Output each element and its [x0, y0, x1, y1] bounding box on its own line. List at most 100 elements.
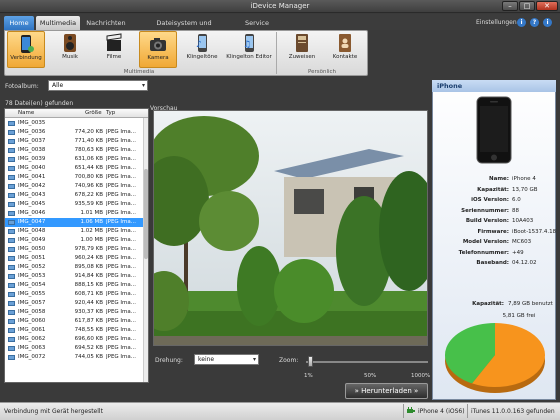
- table-row[interactable]: IMG_0063 694,52 KB JPEG Ima...: [5, 344, 143, 353]
- file-size: 895,08 KB: [74, 264, 103, 270]
- zoom-slider-thumb[interactable]: [308, 356, 314, 367]
- ringtone-icon: ♪: [196, 34, 207, 52]
- table-row[interactable]: IMG_0049 1.00 MB JPEG Ima...: [5, 236, 143, 245]
- file-name: IMG_0042: [18, 183, 46, 189]
- table-row[interactable]: IMG_0062 696,60 KB JPEG Ima...: [5, 335, 143, 344]
- ribbon-button-musik[interactable]: Musik: [51, 31, 89, 68]
- ribbon-button-filme[interactable]: Filme: [95, 31, 133, 68]
- device-panel-title: iPhone: [432, 80, 556, 92]
- table-row[interactable]: IMG_0051 960,24 KB JPEG Ima...: [5, 254, 143, 263]
- ribbon-group-label-persoenlich: Persönlich: [307, 69, 337, 75]
- file-name: IMG_0035: [18, 120, 46, 126]
- tab-home[interactable]: Home: [4, 16, 34, 30]
- help-icon[interactable]: ?: [530, 18, 539, 27]
- ribbon-button-verbindung[interactable]: Verbindung: [7, 31, 45, 68]
- image-file-icon: [8, 175, 15, 180]
- table-row[interactable]: IMG_0050 978,79 KB JPEG Ima...: [5, 245, 143, 254]
- ribbon-button-kontakte[interactable]: Kontakte: [326, 31, 364, 68]
- file-name: IMG_0072: [18, 354, 46, 360]
- file-name: IMG_0039: [18, 156, 46, 162]
- table-row[interactable]: IMG_0072 744,05 KB JPEG Ima...: [5, 353, 143, 362]
- table-row[interactable]: IMG_0037 771,40 KB JPEG Ima...: [5, 137, 143, 146]
- image-file-icon: [8, 184, 15, 189]
- ribbon-button-klingeltoene[interactable]: ♪ Klingeltöne: [183, 31, 221, 68]
- file-name: IMG_0058: [18, 309, 46, 315]
- file-list[interactable]: Name Größe Typ IMG_0035 IMG_0036 774,20 KB…: [4, 108, 149, 383]
- device-field-label: Firmware:: [477, 228, 509, 235]
- maximize-button[interactable]: □: [519, 1, 535, 11]
- capacity-pie-chart: [445, 323, 545, 393]
- file-name: IMG_0055: [18, 291, 46, 297]
- info-icon[interactable]: i: [517, 18, 526, 27]
- about-icon[interactable]: i: [543, 18, 552, 27]
- ribbon-button-zuweisen[interactable]: Zuweisen: [283, 31, 321, 68]
- rotation-dropdown[interactable]: keine ▾: [194, 354, 259, 365]
- table-row[interactable]: IMG_0060 617,87 KB JPEG Ima...: [5, 317, 143, 326]
- tab-nachrichten[interactable]: Nachrichten: [82, 16, 130, 30]
- file-size: 935,59 KB: [74, 201, 103, 207]
- table-row[interactable]: IMG_0041 700,80 KB JPEG Ima...: [5, 173, 143, 182]
- device-field-label: iOS Version:: [471, 197, 509, 203]
- table-row[interactable]: IMG_0035: [5, 119, 143, 128]
- tab-multimedia[interactable]: Multimedia: [36, 16, 80, 30]
- device-field-value: 13,70 GB: [512, 186, 538, 193]
- file-list-scroll-thumb[interactable]: [144, 169, 148, 259]
- table-row[interactable]: IMG_0043 678,22 KB JPEG Ima...: [5, 191, 143, 200]
- ribbon-button-kamera[interactable]: Kamera: [139, 31, 177, 68]
- phone-connect-icon: [21, 35, 34, 53]
- table-row[interactable]: IMG_0053 914,84 KB JPEG Ima...: [5, 272, 143, 281]
- file-name: IMG_0040: [18, 165, 46, 171]
- album-dropdown-value: Alle: [52, 82, 64, 89]
- ribbon-button-klingelton-editor[interactable]: ♫ Klingelton Editor: [224, 31, 274, 68]
- tab-dateisystem[interactable]: Dateisystem und Datenträger: [138, 16, 230, 41]
- column-header-type[interactable]: Typ: [106, 110, 115, 116]
- close-button[interactable]: ✕: [536, 1, 558, 11]
- device-field-value: MC603: [512, 239, 532, 245]
- table-row[interactable]: IMG_0036 774,20 KB JPEG Ima...: [5, 128, 143, 137]
- chevron-down-icon: ▾: [141, 82, 145, 89]
- image-file-icon: [8, 292, 15, 297]
- table-row[interactable]: IMG_0042 740,96 KB JPEG Ima...: [5, 182, 143, 191]
- table-row[interactable]: IMG_0046 1.01 MB JPEG Ima...: [5, 209, 143, 218]
- album-dropdown[interactable]: Alle ▾: [48, 80, 148, 91]
- zoom-tick-min: 1%: [304, 373, 313, 379]
- file-size: 888,15 KB: [74, 282, 103, 288]
- file-size: 920,44 KB: [74, 300, 103, 306]
- file-size: 1.01 MB: [80, 210, 103, 216]
- device-field-value: 10A403: [512, 218, 534, 224]
- file-size: 694,52 KB: [74, 345, 103, 351]
- table-row[interactable]: IMG_0040 651,44 KB JPEG Ima...: [5, 164, 143, 173]
- table-row[interactable]: IMG_0047 1.06 MB JPEG Ima...: [5, 218, 143, 227]
- file-size: 780,63 KB: [74, 147, 103, 153]
- zoom-tick-mid: 50%: [364, 373, 377, 379]
- tab-service[interactable]: Service: [240, 16, 274, 30]
- settings-link[interactable]: Einstellungen: [476, 19, 517, 26]
- image-file-icon: [8, 328, 15, 333]
- file-type: JPEG Ima...: [106, 273, 137, 279]
- column-header-name[interactable]: Name: [18, 110, 34, 116]
- ribbon-button-label: Zuweisen: [288, 54, 316, 60]
- file-type: JPEG Ima...: [106, 138, 137, 144]
- table-row[interactable]: IMG_0054 888,15 KB JPEG Ima...: [5, 281, 143, 290]
- device-field-label: Build Version:: [465, 218, 509, 224]
- table-row[interactable]: IMG_0038 780,63 KB JPEG Ima...: [5, 146, 143, 155]
- column-header-size[interactable]: Größe: [85, 110, 102, 116]
- file-type: JPEG Ima...: [106, 147, 137, 153]
- file-type: JPEG Ima...: [106, 327, 137, 333]
- file-size: 700,80 KB: [74, 174, 103, 180]
- table-row[interactable]: IMG_0045 935,59 KB JPEG Ima...: [5, 200, 143, 209]
- file-name: IMG_0052: [18, 264, 46, 270]
- table-row[interactable]: IMG_0058 930,37 KB JPEG Ima...: [5, 308, 143, 317]
- table-row[interactable]: IMG_0039 631,06 KB JPEG Ima...: [5, 155, 143, 164]
- device-field-label: Baseband:: [476, 260, 509, 266]
- table-row[interactable]: IMG_0055 608,71 KB JPEG Ima...: [5, 290, 143, 299]
- table-row[interactable]: IMG_0057 920,44 KB JPEG Ima...: [5, 299, 143, 308]
- table-row[interactable]: IMG_0052 895,08 KB JPEG Ima...: [5, 263, 143, 272]
- table-row[interactable]: IMG_0048 1.02 MB JPEG Ima...: [5, 227, 143, 236]
- table-row[interactable]: IMG_0061 748,55 KB JPEG Ima...: [5, 326, 143, 335]
- minimize-button[interactable]: –: [502, 1, 518, 11]
- download-button[interactable]: » Herunterladen »: [345, 383, 428, 399]
- file-size: 1.02 MB: [80, 228, 103, 234]
- file-size: 631,06 KB: [74, 156, 103, 162]
- zoom-slider-track[interactable]: [306, 361, 428, 363]
